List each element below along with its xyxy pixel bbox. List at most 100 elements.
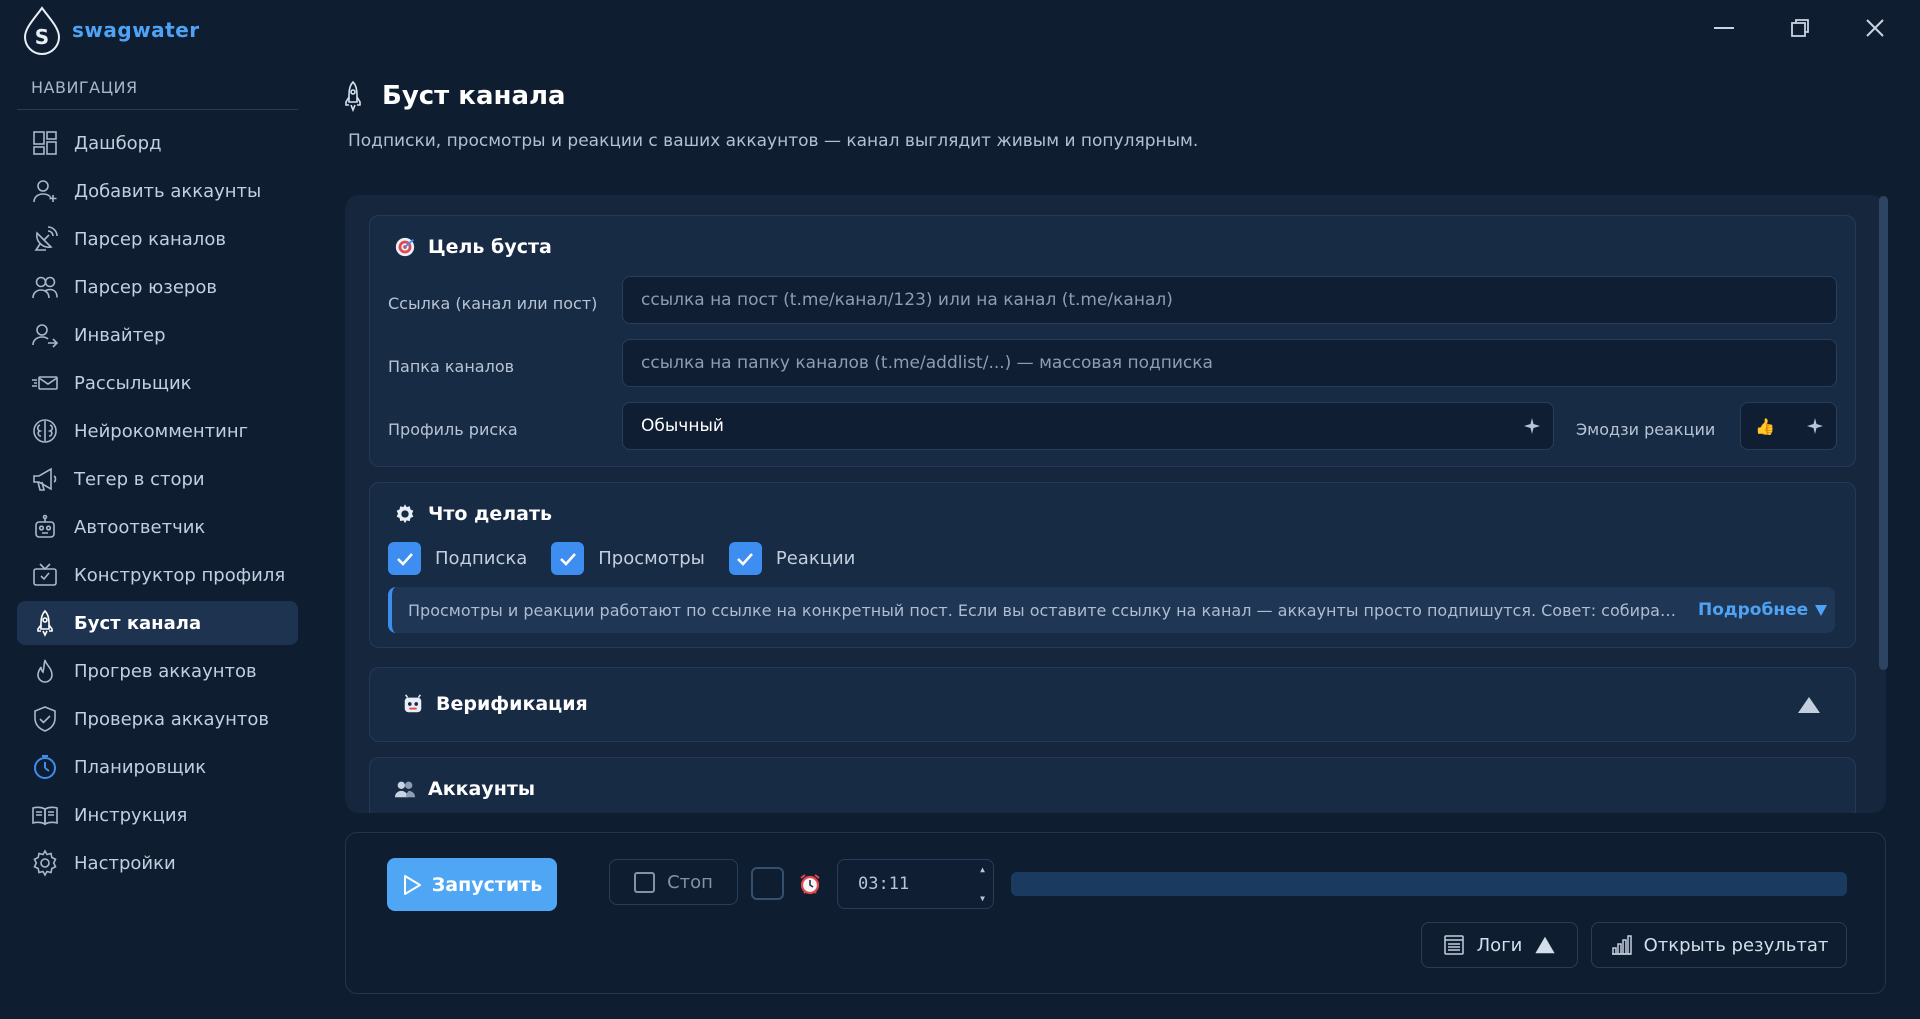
sidebar-item-story-tagger[interactable]: Тегер в стори <box>17 457 298 501</box>
sidebar-item-profile-builder[interactable]: Конструктор профиля <box>17 553 298 597</box>
sidebar-item-inviter[interactable]: Инвайтер <box>17 313 298 357</box>
sidebar-item-label: Рассыльщик <box>74 372 192 394</box>
dashboard-icon <box>30 128 60 158</box>
sidebar-item-account-warmup[interactable]: Прогрев аккаунтов <box>17 649 298 693</box>
sidebar-item-label: Парсер юзеров <box>74 276 217 298</box>
card-heading: Верификация <box>400 691 588 717</box>
card-title: Верификация <box>436 693 588 715</box>
checkbox-checked <box>728 542 762 575</box>
user-invite-icon <box>30 320 60 350</box>
sidebar-item-label: Автоответчик <box>74 516 206 538</box>
water-drop-logo-icon: S <box>23 6 61 55</box>
satellite-icon <box>30 224 60 254</box>
verification-card[interactable]: Верификация <box>369 667 1856 742</box>
subscribe-checkbox[interactable]: Подписка <box>388 542 527 575</box>
sidebar-item-user-parser[interactable]: Парсер юзеров <box>17 265 298 309</box>
time-value: 03:11 <box>858 874 910 894</box>
sidebar-item-add-accounts[interactable]: Добавить аккаунты <box>17 169 298 213</box>
start-button[interactable]: Запустить <box>387 858 557 911</box>
minimize-button[interactable] <box>1704 10 1744 46</box>
card-title: Что делать <box>428 503 553 525</box>
book-icon <box>30 800 60 830</box>
checkbox-label: Подписка <box>435 548 528 569</box>
sidebar-item-settings[interactable]: Настройки <box>17 841 298 885</box>
page-title: Буст канала <box>382 81 566 111</box>
check-icon <box>737 552 754 566</box>
sidebar-item-autoresponder[interactable]: Автоответчик <box>17 505 298 549</box>
sidebar-item-label: Тегер в стори <box>74 468 205 490</box>
user-add-icon <box>30 176 60 206</box>
more-link-label: Подробнее <box>1698 600 1809 620</box>
info-text: Просмотры и реакции работают по ссылке н… <box>408 600 1678 620</box>
settings-panel[interactable]: Цель буста Ссылка (канал или пост) Папка… <box>345 195 1886 813</box>
spin-down-icon[interactable]: ▼ <box>980 894 985 903</box>
sparkle-icon <box>1807 418 1823 434</box>
users-icon <box>392 776 418 802</box>
robot-face-icon <box>400 691 426 717</box>
flame-icon <box>30 656 60 686</box>
nav-list: Дашборд Добавить аккаунты Парсер каналов… <box>17 121 298 889</box>
close-icon <box>1866 19 1884 37</box>
sidebar-item-label: Проверка аккаунтов <box>74 708 270 730</box>
app-logo: S swagwater <box>22 5 200 55</box>
sidebar-item-label: Добавить аккаунты <box>74 180 262 202</box>
risk-profile-select[interactable]: Обычный <box>622 402 1554 450</box>
tv-icon <box>30 560 60 590</box>
checkbox-checked <box>388 542 421 575</box>
folder-label: Папка каналов <box>388 357 515 376</box>
sidebar-item-scheduler[interactable]: Планировщик <box>17 745 298 789</box>
checkbox-checked <box>551 542 585 575</box>
reactions-checkbox[interactable]: Реакции <box>728 542 856 575</box>
triangle-down-icon <box>1815 605 1828 616</box>
sidebar-item-label: Инвайтер <box>74 324 166 346</box>
stop-button[interactable]: Стоп <box>609 859 738 905</box>
spin-up-icon[interactable]: ▲ <box>980 865 985 874</box>
checkbox-label: Просмотры <box>598 548 705 569</box>
sidebar-item-instructions[interactable]: Инструкция <box>17 793 298 837</box>
maximize-button[interactable] <box>1780 10 1820 46</box>
close-button[interactable] <box>1855 10 1895 46</box>
timer-icon <box>30 752 60 782</box>
sidebar-item-account-check[interactable]: Проверка аккаунтов <box>17 697 298 741</box>
sidebar-item-label: Прогрев аккаунтов <box>74 660 257 682</box>
link-input[interactable] <box>622 276 1837 324</box>
page-subtitle: Подписки, просмотры и реакции с ваших ак… <box>348 131 1199 151</box>
sidebar-item-label: Буст канала <box>74 612 202 634</box>
logs-button[interactable]: Логи <box>1421 922 1578 968</box>
sidebar-item-label: Нейрокомментинг <box>74 420 249 442</box>
rocket-icon <box>30 608 60 638</box>
check-icon <box>396 552 413 566</box>
risk-profile-value: Обычный <box>641 416 724 436</box>
stop-button-label: Стоп <box>667 871 713 893</box>
alarm-clock-icon <box>800 874 820 895</box>
sidebar-item-label: Настройки <box>74 852 176 874</box>
schedule-time-input[interactable]: 03:11 ▲ ▼ <box>837 859 994 909</box>
more-link[interactable]: Подробнее <box>1698 600 1828 620</box>
start-button-label: Запустить <box>431 873 543 896</box>
sparkle-icon <box>1524 418 1540 434</box>
open-result-button[interactable]: Открыть результат <box>1591 922 1847 968</box>
sidebar-item-dashboard[interactable]: Дашборд <box>17 121 298 165</box>
sidebar-item-neurocommenting[interactable]: Нейрокомментинг <box>17 409 298 453</box>
checkbox-label: Реакции <box>775 548 856 569</box>
sidebar-item-channel-parser[interactable]: Парсер каналов <box>17 217 298 261</box>
triangle-up-icon <box>1535 936 1555 954</box>
folder-input[interactable] <box>622 339 1837 387</box>
emoji-reaction-value: 👍 <box>1755 416 1775 436</box>
sidebar-item-channel-boost[interactable]: Буст канала <box>17 601 298 645</box>
scrollbar-thumb[interactable] <box>1879 196 1888 670</box>
card-title: Цель буста <box>428 236 552 258</box>
accounts-card: Аккаунты <box>369 757 1856 813</box>
minimize-icon <box>1714 27 1734 29</box>
schedule-checkbox[interactable] <box>751 867 784 900</box>
emoji-reaction-label: Эмодзи реакции <box>1576 420 1716 439</box>
emoji-reaction-select[interactable]: 👍 <box>1740 402 1837 450</box>
control-bar: Запустить Стоп 03:11 ▲ ▼ Логи Открыть ре… <box>345 832 1886 994</box>
actions-card: Что делать Подписка Просмотры Реакции Пр… <box>369 482 1856 648</box>
views-checkbox[interactable]: Просмотры <box>551 542 705 575</box>
mail-send-icon <box>30 368 60 398</box>
sidebar-item-mailer[interactable]: Рассыльщик <box>17 361 298 405</box>
open-result-button-label: Открыть результат <box>1643 934 1829 956</box>
card-heading: Аккаунты <box>392 776 535 802</box>
card-heading: Цель буста <box>392 234 552 260</box>
